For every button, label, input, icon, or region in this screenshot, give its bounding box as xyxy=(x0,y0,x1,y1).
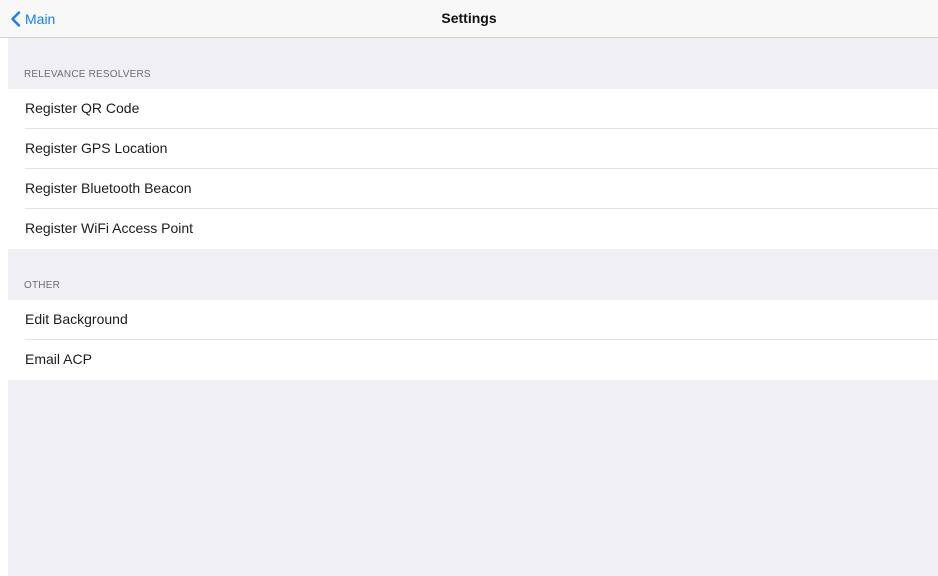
navigation-bar: Main Settings xyxy=(0,0,938,38)
section-header-other: OTHER xyxy=(24,280,60,291)
section-group-other: Edit Background Email ACP xyxy=(8,300,938,380)
settings-screen: Main Settings RELEVANCE RESOLVERS Regist… xyxy=(0,0,938,576)
row-register-bluetooth-beacon[interactable]: Register Bluetooth Beacon xyxy=(8,169,938,209)
row-register-qr-code[interactable]: Register QR Code xyxy=(8,89,938,129)
row-email-acp[interactable]: Email ACP xyxy=(8,340,938,380)
back-button-label: Main xyxy=(25,10,56,27)
section-header-relevance-resolvers: RELEVANCE RESOLVERS xyxy=(24,69,151,80)
page-title: Settings xyxy=(441,10,497,26)
back-button[interactable]: Main xyxy=(10,0,55,37)
section-group-relevance-resolvers: Register QR Code Register GPS Location R… xyxy=(8,89,938,249)
chevron-left-icon xyxy=(11,10,21,27)
row-register-gps-location[interactable]: Register GPS Location xyxy=(8,129,938,169)
settings-table[interactable]: RELEVANCE RESOLVERS Register QR Code Reg… xyxy=(8,38,938,576)
row-edit-background[interactable]: Edit Background xyxy=(8,300,938,340)
row-register-wifi-access-point[interactable]: Register WiFi Access Point xyxy=(8,209,938,249)
